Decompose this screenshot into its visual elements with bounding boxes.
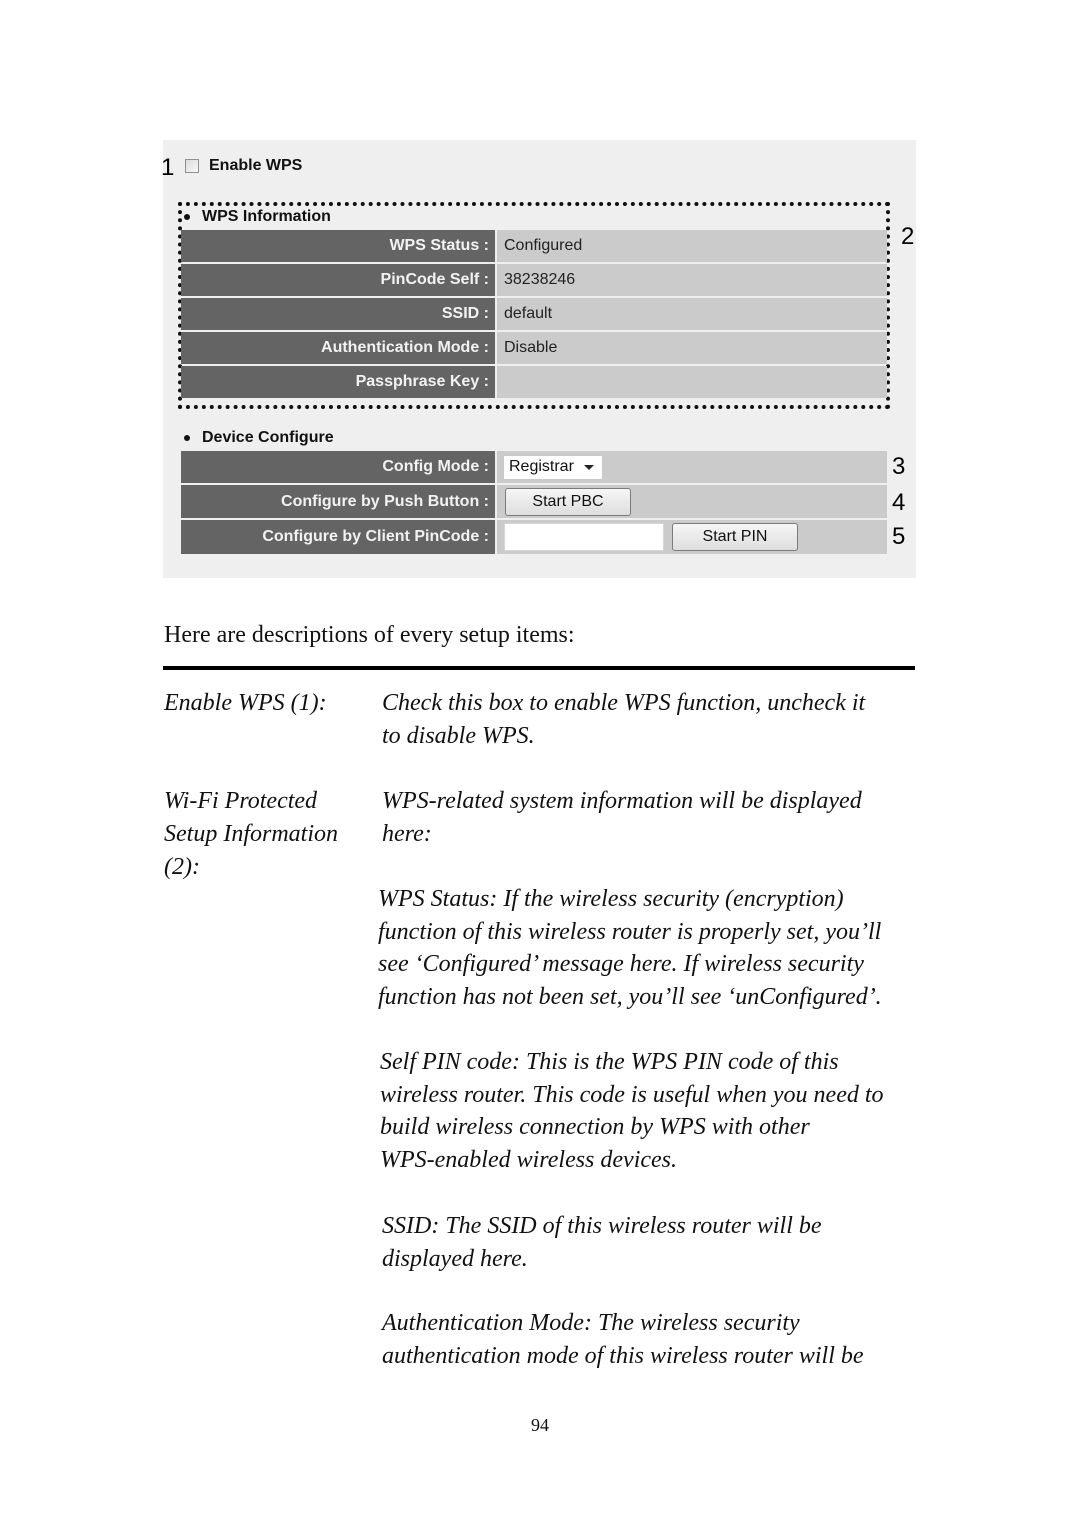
- start-pbc-button[interactable]: Start PBC: [505, 487, 631, 516]
- term-wps-information: Wi-Fi Protected Setup Information (2):: [164, 788, 338, 880]
- device-configure-title: Device Configure: [184, 429, 334, 447]
- desc-authentication-mode: Authentication Mode: The wireless securi…: [382, 1310, 864, 1369]
- table-row: Configure by Push Button : Start PBC: [181, 485, 887, 518]
- divider-rule: [163, 666, 915, 670]
- wps-information-table: WPS Status : Configured PinCode Self : 3…: [181, 230, 887, 400]
- wps-information-title-text: WPS Information: [202, 208, 331, 225]
- table-row: Passphrase Key :: [181, 366, 887, 398]
- desc-wps-information-intro: WPS-related system information will be d…: [382, 788, 862, 847]
- enable-wps-row: Enable WPS: [185, 157, 302, 175]
- table-row: Config Mode : Registrar: [181, 451, 887, 483]
- page-number: 94: [531, 1415, 549, 1435]
- device-configure-table: Config Mode : Registrar Configure by Pus…: [181, 451, 887, 556]
- authentication-mode-value: Disable: [497, 332, 887, 364]
- push-button-label: Configure by Push Button :: [181, 485, 497, 518]
- callout-3: 3: [892, 453, 906, 480]
- client-pincode-cell: Start PIN: [497, 520, 887, 554]
- bullet-icon: [184, 214, 190, 220]
- wps-settings-screenshot: 1 2 3 4 5 Enable WPS WPS Information WPS…: [161, 140, 916, 578]
- start-pin-button[interactable]: Start PIN: [672, 523, 798, 551]
- ssid-label: SSID :: [181, 298, 497, 330]
- wps-information-title: WPS Information: [184, 208, 331, 226]
- desc-ssid: SSID: The SSID of this wireless router w…: [382, 1213, 822, 1272]
- push-button-cell: Start PBC: [497, 485, 887, 518]
- desc-enable-wps: Check this box to enable WPS function, u…: [382, 690, 866, 749]
- client-pincode-label: Configure by Client PinCode :: [181, 520, 497, 554]
- desc-wps-status: WPS Status: If the wireless security (en…: [378, 886, 882, 1011]
- config-mode-select[interactable]: Registrar: [503, 454, 603, 480]
- desc-self-pin-code: Self PIN code: This is the WPS PIN code …: [380, 1049, 884, 1174]
- term-enable-wps: Enable WPS (1):: [164, 690, 327, 716]
- device-configure-title-text: Device Configure: [202, 429, 334, 446]
- ssid-value: default: [497, 298, 887, 330]
- client-pincode-input[interactable]: [504, 523, 664, 551]
- config-mode-selected: Registrar: [509, 458, 574, 475]
- config-mode-label: Config Mode :: [181, 451, 497, 483]
- chevron-down-icon: [583, 464, 594, 470]
- wps-status-value: Configured: [497, 230, 887, 262]
- callout-4: 4: [892, 489, 906, 516]
- enable-wps-label: Enable WPS: [209, 157, 303, 174]
- passphrase-key-value: [497, 366, 887, 398]
- pincode-self-value: 38238246: [497, 264, 887, 296]
- table-row: PinCode Self : 38238246: [181, 264, 887, 296]
- authentication-mode-label: Authentication Mode :: [181, 332, 497, 364]
- pincode-self-label: PinCode Self :: [181, 264, 497, 296]
- table-row: WPS Status : Configured: [181, 230, 887, 262]
- callout-1: 1: [161, 154, 175, 181]
- wps-status-label: WPS Status :: [181, 230, 497, 262]
- callout-5: 5: [892, 523, 906, 550]
- table-row: SSID : default: [181, 298, 887, 330]
- config-mode-cell: Registrar: [497, 451, 887, 483]
- bullet-icon: [184, 435, 190, 441]
- table-row: Authentication Mode : Disable: [181, 332, 887, 364]
- enable-wps-checkbox[interactable]: [185, 159, 199, 173]
- intro-text: Here are descriptions of every setup ite…: [164, 622, 575, 648]
- callout-2: 2: [901, 223, 915, 250]
- table-row: Configure by Client PinCode : Start PIN: [181, 520, 887, 554]
- passphrase-key-label: Passphrase Key :: [181, 366, 497, 398]
